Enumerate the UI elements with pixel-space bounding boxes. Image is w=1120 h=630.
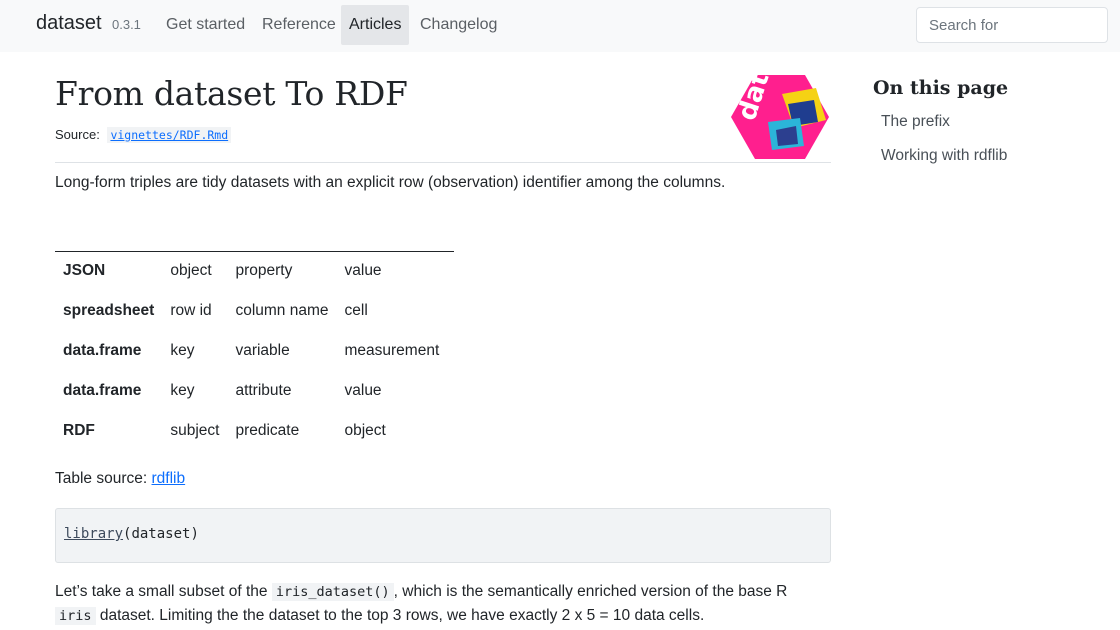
source-link[interactable]: vignettes/RDF.Rmd (107, 127, 232, 143)
table-cell: key (170, 382, 195, 399)
table-source-label: Table source: (55, 470, 148, 487)
table-source-link[interactable]: rdflib (152, 470, 186, 487)
toc-item-rdflib[interactable]: Working with rdflib (873, 147, 1015, 165)
table-cell: object (344, 422, 386, 439)
toc-title: On this page (873, 77, 1009, 99)
table-row: spreadsheet row id column name cell (55, 291, 447, 331)
brand-link[interactable]: dataset (36, 12, 102, 35)
table-cell: attribute (235, 382, 292, 399)
table-cell: row id (170, 302, 212, 319)
intro-text: Long-form triples are tidy datasets with… (55, 174, 726, 191)
source-label: Source: (55, 127, 100, 142)
code-function[interactable]: library (64, 526, 123, 542)
table-row-header: spreadsheet (63, 302, 155, 319)
toc-item-prefix[interactable]: The prefix (873, 113, 958, 131)
paragraph-text-2: , which is the semantically enriched ver… (393, 583, 788, 600)
table-cell: key (170, 342, 195, 359)
table-cell: value (344, 382, 382, 399)
code-close-paren: ) (190, 526, 199, 542)
package-logo: data (731, 74, 829, 159)
nav-articles[interactable]: Articles (341, 5, 410, 45)
paragraph-text-3: dataset. Limiting the the dataset to the… (95, 607, 705, 624)
title-divider (55, 162, 831, 163)
table-cell: subject (170, 422, 220, 439)
table-cell: column name (235, 302, 329, 319)
nav-changelog[interactable]: Changelog (412, 5, 505, 45)
mapping-table: JSON object property value spreadsheet row id… (55, 251, 447, 451)
version-label: 0.3.1 (112, 17, 141, 32)
table-source: Table source: rdflib (55, 470, 185, 488)
table-row: data.frame key attribute value (55, 371, 447, 411)
nav-reference[interactable]: Reference (254, 5, 344, 45)
source-line: Source: vignettes/RDF.Rmd (55, 127, 232, 143)
page-title: From dataset To RDF (55, 74, 408, 113)
table-cell: cell (344, 302, 368, 319)
table-row-header: data.frame (63, 382, 142, 399)
paragraph-text-1: Let’s take a small subset of the (55, 583, 272, 600)
nav-get-started[interactable]: Get started (158, 5, 253, 45)
table-row: JSON object property value (55, 251, 447, 291)
table-row: RDF subject predicate object (55, 411, 447, 451)
table-cell: measurement (344, 342, 440, 359)
table-row: data.frame key variable measurement (55, 331, 447, 371)
navbar: dataset 0.3.1 Get started Reference Arti… (0, 0, 1120, 52)
table-cell: variable (235, 342, 290, 359)
table-cell: value (344, 262, 382, 279)
table-row-header: RDF (63, 422, 95, 439)
search-input[interactable] (916, 7, 1108, 43)
code-block[interactable]: library(dataset) (55, 508, 831, 563)
inline-code-iris: iris (55, 607, 96, 625)
table-row-header: JSON (63, 262, 106, 279)
inline-code-iris-dataset: iris_dataset() (271, 583, 394, 601)
table-row-header: data.frame (63, 342, 142, 359)
table-cell: property (235, 262, 293, 279)
body-paragraph: Let’s take a small subset of the iris_da… (55, 580, 831, 628)
table-cell: object (170, 262, 212, 279)
code-argument: dataset (131, 526, 191, 542)
table-cell: predicate (235, 422, 300, 439)
